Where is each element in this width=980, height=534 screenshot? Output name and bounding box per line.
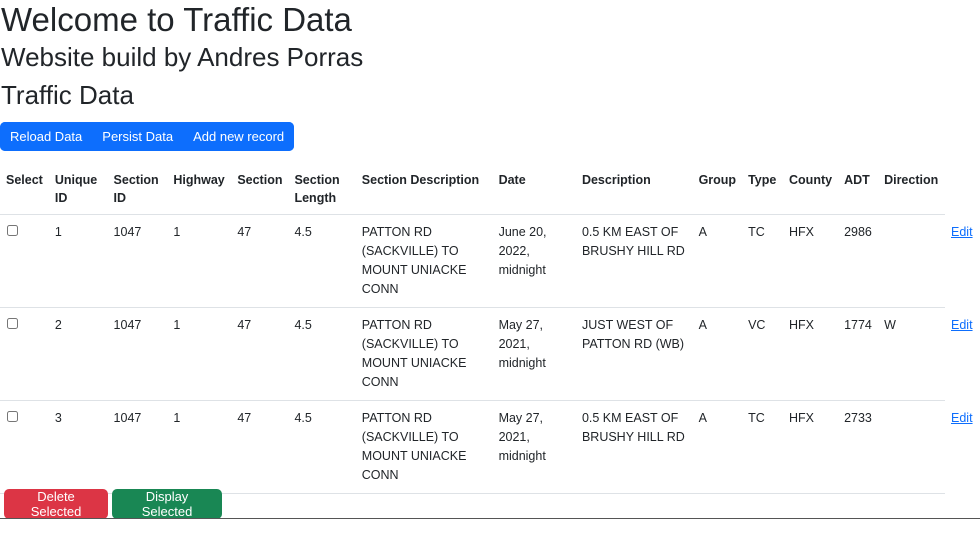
adt-cell: 1774 <box>838 307 879 401</box>
adt-cell: 2733 <box>838 400 879 494</box>
section-id-cell: 1047 <box>107 214 168 308</box>
group-cell: A <box>692 400 743 494</box>
type-cell: TC <box>742 214 784 308</box>
divider <box>0 518 980 519</box>
select-cell <box>0 400 49 494</box>
row-select-checkbox[interactable] <box>7 225 18 236</box>
row-select-checkbox[interactable] <box>7 411 18 422</box>
county-cell: HFX <box>783 214 839 308</box>
reload-data-button[interactable]: Reload Data <box>0 122 93 151</box>
type-cell: VC <box>742 307 784 401</box>
delete-selected-button[interactable]: Delete Selected <box>4 489 108 519</box>
direction-cell <box>878 214 945 308</box>
description-cell: JUST WEST OF PATTON RD (WB) <box>575 307 693 401</box>
column-header-select: Select <box>0 164 49 215</box>
section-length-cell: 4.5 <box>288 214 356 308</box>
highway-cell: 1 <box>167 307 232 401</box>
table-header-row: Select Unique ID Section ID Highway Sect… <box>0 164 980 215</box>
column-header-direction: Direction <box>878 164 945 215</box>
table-row: 3 1047 1 47 4.5 PATTON RD (SACKVILLE) TO… <box>0 400 980 494</box>
column-header-section-id: Section ID <box>107 164 168 215</box>
edit-link[interactable]: Edit <box>951 411 973 425</box>
column-header-type: Type <box>742 164 784 215</box>
edit-link[interactable]: Edit <box>951 225 973 239</box>
select-cell <box>0 307 49 401</box>
section-cell: 47 <box>231 400 289 494</box>
page-subtitle: Website build by Andres Porras <box>1 42 364 72</box>
edit-link[interactable]: Edit <box>951 318 973 332</box>
direction-cell: W <box>878 307 945 401</box>
date-cell: June 20, 2022, midnight <box>492 214 576 308</box>
column-header-adt: ADT <box>838 164 879 215</box>
section-description-cell: PATTON RD (SACKVILLE) TO MOUNT UNIACKE C… <box>355 214 493 308</box>
toolbar: Reload Data Persist Data Add new record <box>0 122 295 151</box>
county-cell: HFX <box>783 307 839 401</box>
row-select-checkbox[interactable] <box>7 318 18 329</box>
edit-cell: Edit <box>945 401 980 494</box>
unique-id-cell: 1 <box>48 214 108 308</box>
column-header-section-length: Section Length <box>288 164 356 215</box>
group-cell: A <box>692 307 743 401</box>
edit-cell: Edit <box>945 308 980 401</box>
column-header-county: County <box>783 164 839 215</box>
column-header-section: Section <box>231 164 289 215</box>
edit-cell: Edit <box>945 215 980 308</box>
date-cell: May 27, 2021, midnight <box>492 307 576 401</box>
add-new-record-button[interactable]: Add new record <box>183 122 295 151</box>
column-header-date: Date <box>492 164 576 215</box>
county-cell: HFX <box>783 400 839 494</box>
table-row: 2 1047 1 47 4.5 PATTON RD (SACKVILLE) TO… <box>0 307 980 401</box>
section-id-cell: 1047 <box>107 307 168 401</box>
column-header-group: Group <box>692 164 743 215</box>
column-header-description: Description <box>575 164 693 215</box>
type-cell: TC <box>742 400 784 494</box>
section-title: Traffic Data <box>1 80 134 110</box>
highway-cell: 1 <box>167 214 232 308</box>
table-row: 1 1047 1 47 4.5 PATTON RD (SACKVILLE) TO… <box>0 214 980 308</box>
section-id-cell: 1047 <box>107 400 168 494</box>
description-cell: 0.5 KM EAST OF BRUSHY HILL RD <box>575 214 693 308</box>
traffic-data-table: Select Unique ID Section ID Highway Sect… <box>0 164 980 494</box>
section-description-cell: PATTON RD (SACKVILLE) TO MOUNT UNIACKE C… <box>355 307 493 401</box>
column-header-edit <box>945 164 980 215</box>
column-header-highway: Highway <box>167 164 232 215</box>
adt-cell: 2986 <box>838 214 879 308</box>
page: Welcome to Traffic Data Website build by… <box>0 0 980 534</box>
group-cell: A <box>692 214 743 308</box>
selection-actions: Delete Selected Display Selected <box>4 489 222 519</box>
unique-id-cell: 2 <box>48 307 108 401</box>
select-cell <box>0 214 49 308</box>
page-title: Welcome to Traffic Data <box>1 1 352 38</box>
column-header-unique-id: Unique ID <box>48 164 108 215</box>
description-cell: 0.5 KM EAST OF BRUSHY HILL RD <box>575 400 693 494</box>
section-cell: 47 <box>231 307 289 401</box>
persist-data-button[interactable]: Persist Data <box>92 122 184 151</box>
section-cell: 47 <box>231 214 289 308</box>
date-cell: May 27, 2021, midnight <box>492 400 576 494</box>
section-length-cell: 4.5 <box>288 400 356 494</box>
display-selected-button[interactable]: Display Selected <box>112 489 222 519</box>
highway-cell: 1 <box>167 400 232 494</box>
section-description-cell: PATTON RD (SACKVILLE) TO MOUNT UNIACKE C… <box>355 400 493 494</box>
unique-id-cell: 3 <box>48 400 108 494</box>
section-length-cell: 4.5 <box>288 307 356 401</box>
direction-cell <box>878 400 945 494</box>
column-header-section-description: Section Description <box>355 164 493 215</box>
